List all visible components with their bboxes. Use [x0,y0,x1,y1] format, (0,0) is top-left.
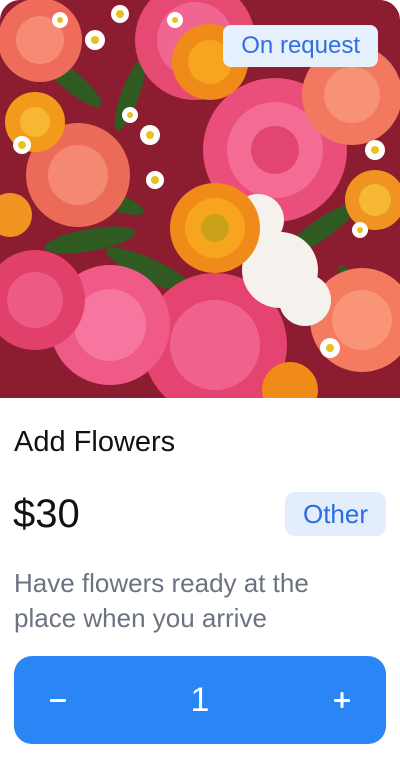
product-price: $30 [13,492,80,536]
quantity-stepper: 1 [14,656,386,744]
decrement-button[interactable] [14,656,102,744]
availability-badge: On request [223,25,378,67]
product-description: Have flowers ready at the place when you… [14,568,309,633]
quantity-value: 1 [190,681,210,719]
increment-button[interactable] [298,656,386,744]
product-title: Add Flowers [14,426,176,458]
flowers-photo: On request [0,0,400,398]
minus-icon [50,699,66,702]
category-chip: Other [284,492,386,536]
product-card[interactable]: On request Add Flowers $30 Other Have fl… [0,0,400,766]
plus-icon [334,692,350,708]
